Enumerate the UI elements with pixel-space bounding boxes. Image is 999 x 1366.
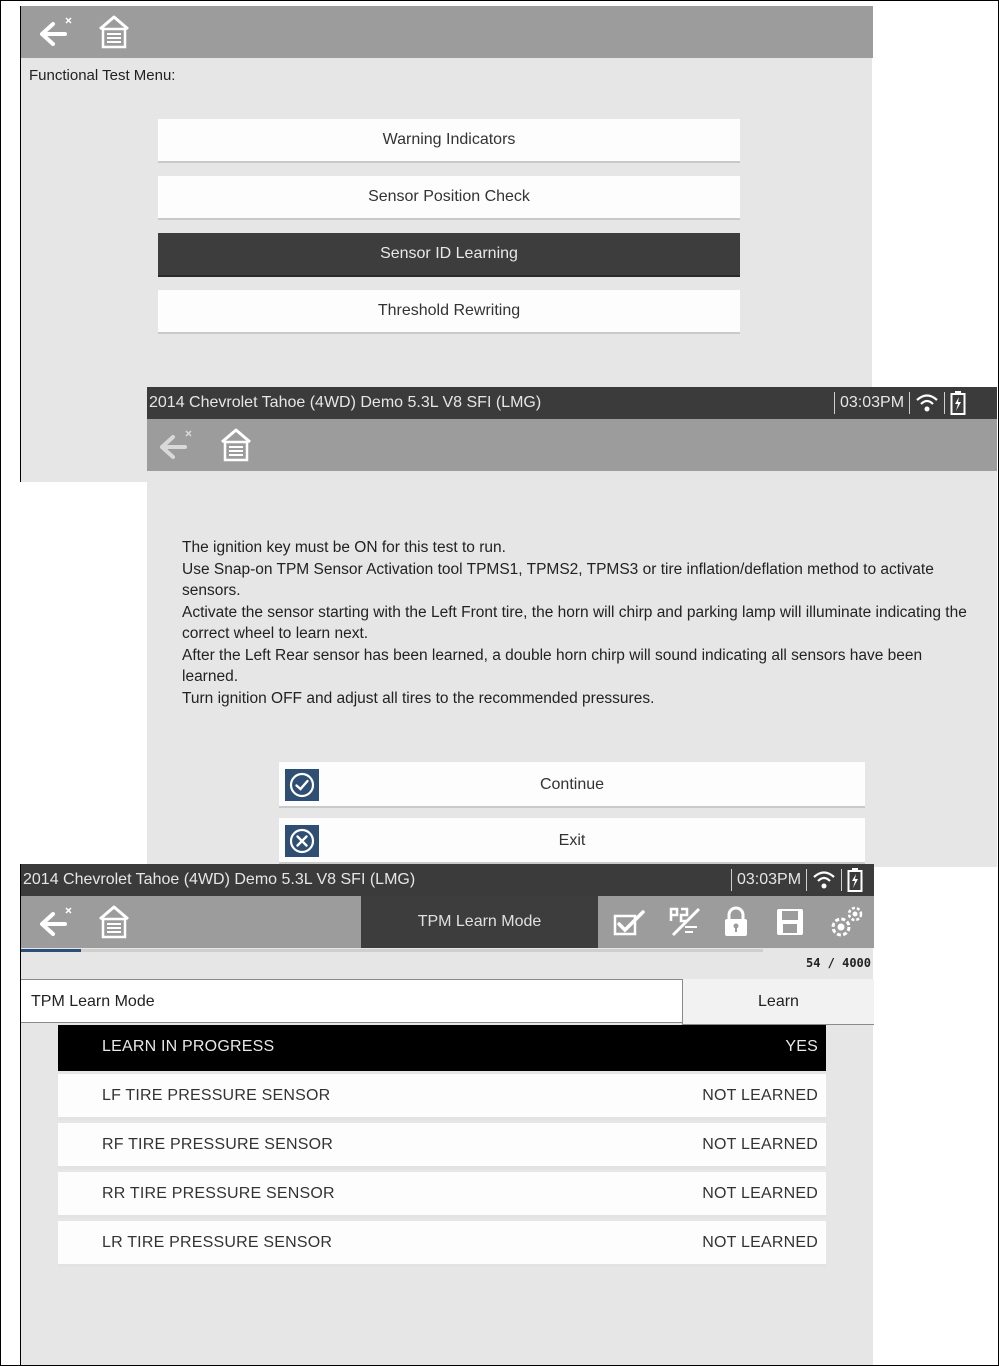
menu-item-threshold-rewriting[interactable]: Threshold Rewriting xyxy=(158,290,740,334)
instruction-line: The ignition key must be ON for this tes… xyxy=(182,539,506,556)
progress-fill xyxy=(21,949,81,952)
home-icon[interactable] xyxy=(97,14,131,50)
vehicle-title: 2014 Chevrolet Tahoe (4WD) Demo 5.3L V8 … xyxy=(149,394,542,411)
table-row-lr-sensor[interactable]: LR TIRE PRESSURE SENSOR NOT LEARNED xyxy=(58,1221,826,1267)
exit-button[interactable]: Exit xyxy=(279,818,865,864)
row-name: LR TIRE PRESSURE SENSOR xyxy=(102,1234,333,1251)
back-arrow-icon[interactable] xyxy=(35,15,75,49)
wifi-icon xyxy=(813,871,835,889)
clock: 03:03PM xyxy=(840,394,905,411)
row-value: NOT LEARNED xyxy=(702,1136,818,1153)
table-row-learn-in-progress[interactable]: LEARN IN PROGRESS YES xyxy=(58,1025,826,1071)
menu-item-warning-indicators[interactable]: Warning Indicators xyxy=(158,119,740,163)
vehicle-title: 2014 Chevrolet Tahoe (4WD) Demo 5.3L V8 … xyxy=(23,871,416,888)
toolbar xyxy=(21,6,873,58)
continue-label: Continue xyxy=(539,776,605,793)
parameter-header-row: TPM Learn Mode Learn xyxy=(21,979,874,1025)
divider xyxy=(731,869,732,891)
record-counter: 54 / 4000 xyxy=(805,956,871,970)
wifi-icon xyxy=(916,394,938,412)
row-value: NOT LEARNED xyxy=(702,1185,818,1202)
divider xyxy=(944,392,946,414)
learn-button[interactable]: Learn xyxy=(682,979,874,1025)
back-arrow-icon[interactable] xyxy=(155,428,195,462)
scale-icon[interactable] xyxy=(667,905,703,939)
row-value: NOT LEARNED xyxy=(702,1234,818,1251)
row-value: YES xyxy=(785,1038,818,1055)
instructions-screen: 2014 Chevrolet Tahoe (4WD) Demo 5.3L V8 … xyxy=(147,387,997,867)
lock-icon[interactable] xyxy=(723,906,749,938)
battery-icon xyxy=(847,868,863,892)
progress-bar xyxy=(21,949,763,952)
instruction-line: Turn ignition OFF and adjust all tires t… xyxy=(182,689,655,707)
status-bar: 2014 Chevrolet Tahoe (4WD) Demo 5.3L V8 … xyxy=(21,864,874,896)
instruction-line: After the Left Rear sensor has been lear… xyxy=(182,646,923,686)
instruction-line: Use Snap-on TPM Sensor Activation tool T… xyxy=(182,560,934,600)
battery-icon xyxy=(950,391,966,415)
row-name: RR TIRE PRESSURE SENSOR xyxy=(102,1185,335,1202)
continue-button[interactable]: Continue xyxy=(279,762,865,808)
checkmark-icon[interactable] xyxy=(613,908,647,938)
status-bar: 2014 Chevrolet Tahoe (4WD) Demo 5.3L V8 … xyxy=(147,387,997,419)
home-icon[interactable] xyxy=(219,427,253,463)
table-row-lf-sensor[interactable]: LF TIRE PRESSURE SENSOR NOT LEARNED xyxy=(58,1074,826,1120)
row-value: NOT LEARNED xyxy=(702,1087,818,1104)
tab-tpm-learn-mode[interactable]: TPM Learn Mode xyxy=(361,896,598,948)
instruction-line: Activate the sensor starting with the Le… xyxy=(182,603,967,643)
row-name: RF TIRE PRESSURE SENSOR xyxy=(102,1136,334,1153)
toolbar: TPM Learn Mode xyxy=(21,896,874,948)
back-arrow-icon[interactable] xyxy=(35,905,75,939)
settings-icon[interactable] xyxy=(827,902,867,942)
save-icon[interactable] xyxy=(775,907,805,937)
status-right: 03:03PM xyxy=(829,387,966,419)
clock: 03:03PM xyxy=(737,871,802,888)
parameter-header-name: TPM Learn Mode xyxy=(31,993,155,1010)
divider xyxy=(806,869,808,891)
instruction-text: The ignition key must be ON for this tes… xyxy=(182,537,972,709)
status-right: 03:03PM xyxy=(726,864,863,896)
divider xyxy=(841,869,843,891)
toolbar xyxy=(147,419,997,471)
row-name: LEARN IN PROGRESS xyxy=(102,1038,275,1055)
row-name: LF TIRE PRESSURE SENSOR xyxy=(102,1087,331,1104)
tpm-learn-mode-screen: 2014 Chevrolet Tahoe (4WD) Demo 5.3L V8 … xyxy=(20,864,874,1366)
menu-title: Functional Test Menu: xyxy=(29,67,176,84)
divider xyxy=(909,392,911,414)
home-icon[interactable] xyxy=(97,904,131,940)
menu-item-sensor-position-check[interactable]: Sensor Position Check xyxy=(158,176,740,220)
exit-label: Exit xyxy=(558,832,586,849)
divider xyxy=(834,392,835,414)
table-row-rf-sensor[interactable]: RF TIRE PRESSURE SENSOR NOT LEARNED xyxy=(58,1123,826,1169)
menu-item-sensor-id-learning[interactable]: Sensor ID Learning xyxy=(158,233,740,277)
table-row-rr-sensor[interactable]: RR TIRE PRESSURE SENSOR NOT LEARNED xyxy=(58,1172,826,1218)
